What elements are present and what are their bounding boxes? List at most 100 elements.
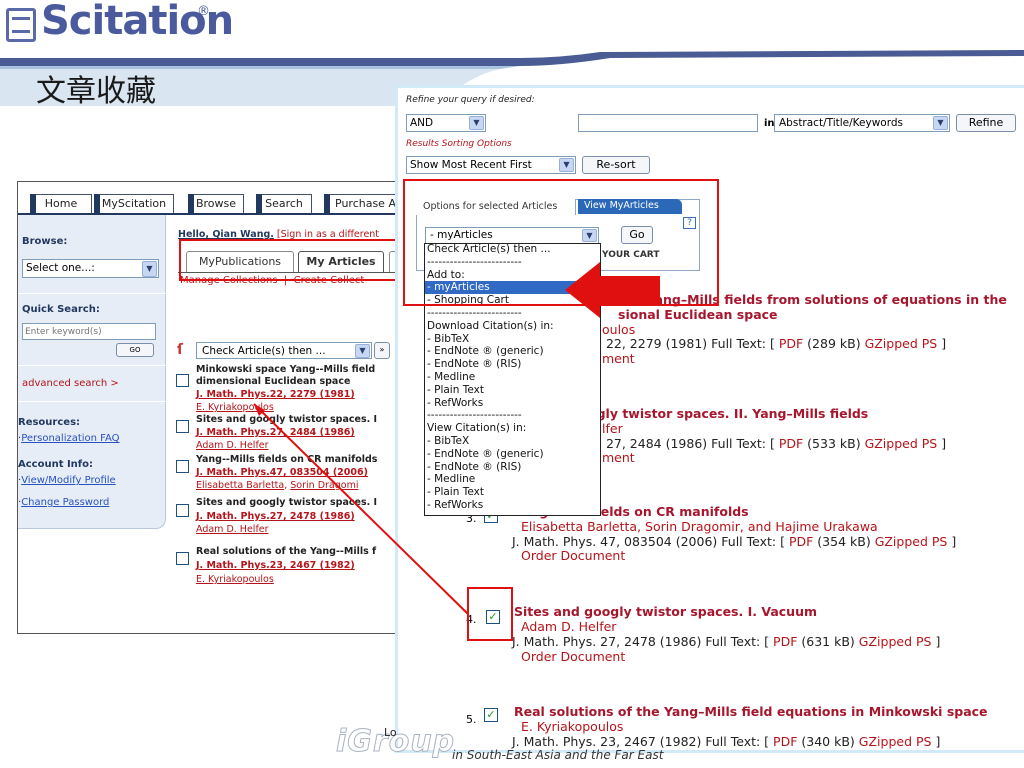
change-password-link[interactable]: Change Password xyxy=(21,497,109,508)
gzipped-link[interactable]: GZipped PS xyxy=(865,436,938,451)
in-label: in xyxy=(764,118,775,129)
advanced-search-link[interactable]: advanced search > xyxy=(22,378,119,389)
item-ref[interactable]: J. Math. Phys.23, 2467 (1982) xyxy=(196,560,355,572)
article-authors[interactable]: oulos xyxy=(602,322,635,337)
article-citation: J. Math. Phys. 47, 083504 (2006) Full Te… xyxy=(512,534,957,549)
article-authors[interactable]: Adam D. Helfer xyxy=(521,619,616,634)
go-button[interactable]: GO xyxy=(116,343,154,357)
dropdown-item[interactable]: - EndNote ® (generic) xyxy=(425,345,598,358)
article-checkbox[interactable]: ✓ xyxy=(484,708,498,722)
pdf-link[interactable]: PDF xyxy=(773,634,797,649)
resource-item[interactable]: ·Personalization FAQ xyxy=(18,433,120,444)
item-checkbox[interactable] xyxy=(176,374,189,387)
pdf-link[interactable]: PDF xyxy=(779,336,803,351)
dropdown-item[interactable]: - RefWorks xyxy=(425,499,598,512)
dropdown-group-label: View Citation(s) in: xyxy=(427,422,527,435)
pdf-link[interactable]: PDF xyxy=(779,436,803,451)
chevron-down-icon: ▼ xyxy=(559,158,574,172)
list-item: Real solutions of the Yang--Mills f J. M… xyxy=(174,536,406,586)
tab-myscitation[interactable]: MyScitation xyxy=(94,194,174,214)
dropdown-item[interactable]: - Medline xyxy=(425,371,598,384)
item-ref[interactable]: J. Math. Phys.27, 2478 (1986) xyxy=(196,511,355,523)
article-title[interactable]: Real solutions of the Yang–Mills field e… xyxy=(514,704,988,719)
personalization-faq-link[interactable]: Personalization FAQ xyxy=(21,433,119,444)
item-checkbox[interactable] xyxy=(176,460,189,473)
account-item[interactable]: ·View/Modify Profile xyxy=(18,475,116,486)
left-go-button[interactable]: » xyxy=(374,342,390,359)
dropdown-item[interactable]: - BibTeX xyxy=(425,435,598,448)
order-document-link[interactable]: ment xyxy=(602,450,635,465)
article-authors[interactable]: Elisabetta Barletta, Sorin Dragomir, and… xyxy=(521,519,878,534)
item-ref[interactable]: J. Math. Phys.47, 083504 (2006) xyxy=(196,467,368,479)
highlight-box-checkbox xyxy=(467,587,513,641)
chevron-down-icon: ▼ xyxy=(933,116,948,130)
chevron-down-icon: ▼ xyxy=(355,344,370,358)
article-citation: . 22, 2279 (1981) Full Text: [ PDF (289 … xyxy=(598,336,947,351)
field-select[interactable]: Abstract/Title/Keywords ▼ xyxy=(774,114,950,132)
dropdown-item[interactable]: - Medline xyxy=(425,473,598,486)
refine-query-input[interactable] xyxy=(578,114,758,132)
logo-registered: ® xyxy=(197,4,210,19)
dropdown-item[interactable]: - Plain Text xyxy=(425,384,598,397)
account-label: Account Info: xyxy=(18,459,94,470)
order-document-link[interactable]: Order Document xyxy=(521,649,625,664)
resort-button[interactable]: Re-sort xyxy=(582,156,650,174)
left-action-select[interactable]: Check Article(s) then ... ▼ xyxy=(196,342,372,359)
tab-purchase[interactable]: Purchase A xyxy=(324,194,404,214)
order-document-link[interactable]: ment xyxy=(602,351,635,366)
sort-label: Results Sorting Options xyxy=(406,139,512,149)
gzipped-link[interactable]: GZipped PS xyxy=(865,336,938,351)
item-title: Real solutions of the Yang--Mills f xyxy=(196,546,377,557)
article-citation: J. Math. Phys. 27, 2478 (1986) Full Text… xyxy=(512,634,941,649)
list-item: Yang--Mills fields on CR manifolds J. Ma… xyxy=(174,454,406,494)
dropdown-item[interactable]: - EndNote ® (RIS) xyxy=(425,461,598,474)
order-document-link[interactable]: Order Document xyxy=(521,548,625,563)
dropdown-item[interactable]: - RefWorks xyxy=(425,397,598,410)
tab-search[interactable]: Search xyxy=(256,194,312,214)
account-item[interactable]: ·Change Password xyxy=(18,497,109,508)
item-author[interactable]: E. Kyriakopoulos xyxy=(196,402,274,414)
item-ref[interactable]: J. Math. Phys.27, 2484 (1986) xyxy=(196,427,355,439)
dropdown-item[interactable]: - EndNote ® (RIS) xyxy=(425,358,598,371)
sidebar-divider xyxy=(18,293,166,294)
dropdown-separator: ------------------------- xyxy=(427,409,522,422)
tab-home[interactable]: Home xyxy=(30,194,92,214)
nav-bar: Home MyScitation Browse Search Purchase … xyxy=(18,182,406,215)
document-lines xyxy=(12,17,30,33)
browse-select[interactable]: Select one...: ▼ xyxy=(22,259,159,278)
article-title[interactable]: ogly twistor spaces. II. Yang–Mills fiel… xyxy=(588,406,868,421)
chevron-down-icon: ▼ xyxy=(469,116,484,130)
author-link[interactable]: Elisabetta Barletta xyxy=(196,480,284,491)
footer: iGroup Lo in South-East Asia and the Far… xyxy=(300,724,1000,768)
item-author[interactable]: E. Kyriakopoulos xyxy=(196,574,274,586)
item-author[interactable]: Adam D. Helfer xyxy=(196,524,269,536)
tab-browse[interactable]: Browse xyxy=(188,194,244,214)
highlight-box-options xyxy=(403,179,719,306)
resources-label: Resources: xyxy=(18,417,81,428)
highlight-box-tabs xyxy=(179,239,405,281)
item-title: Sites and googly twistor spaces. I xyxy=(196,414,378,425)
gzipped-link[interactable]: GZipped PS xyxy=(875,534,948,549)
item-checkbox[interactable] xyxy=(176,552,189,565)
sort-select[interactable]: Show Most Recent First ▼ xyxy=(406,156,576,174)
item-ref[interactable]: J. Math. Phys.22, 2279 (1981) xyxy=(196,389,355,401)
author-link[interactable]: Sorin Dragomi xyxy=(290,480,358,491)
dropdown-item[interactable]: - Plain Text xyxy=(425,486,598,499)
item-checkbox[interactable] xyxy=(176,420,189,433)
item-author[interactable]: Adam D. Helfer xyxy=(196,440,269,452)
list-item: Sites and googly twistor spaces. I J. Ma… xyxy=(174,414,406,454)
gzipped-link[interactable]: GZipped PS xyxy=(859,634,932,649)
view-profile-link[interactable]: View/Modify Profile xyxy=(21,475,116,486)
article-authors[interactable]: lfer xyxy=(602,421,623,436)
item-checkbox[interactable] xyxy=(176,504,189,517)
dropdown-item[interactable]: - BibTeX xyxy=(425,333,598,346)
dropdown-item[interactable]: - EndNote ® (generic) xyxy=(425,448,598,461)
article-title[interactable]: Sites and googly twistor spaces. I. Vacu… xyxy=(514,604,817,619)
pdf-link[interactable]: PDF xyxy=(789,534,813,549)
item-title: Minkowski space Yang--Mills field dimensi… xyxy=(196,364,376,387)
quick-search-input[interactable] xyxy=(22,323,156,340)
boolean-select[interactable]: AND ▼ xyxy=(406,114,486,132)
refine-button[interactable]: Refine xyxy=(956,114,1016,132)
toolbar-arrow-icon: ſ xyxy=(177,342,184,358)
chevron-down-icon: ▼ xyxy=(142,261,157,277)
